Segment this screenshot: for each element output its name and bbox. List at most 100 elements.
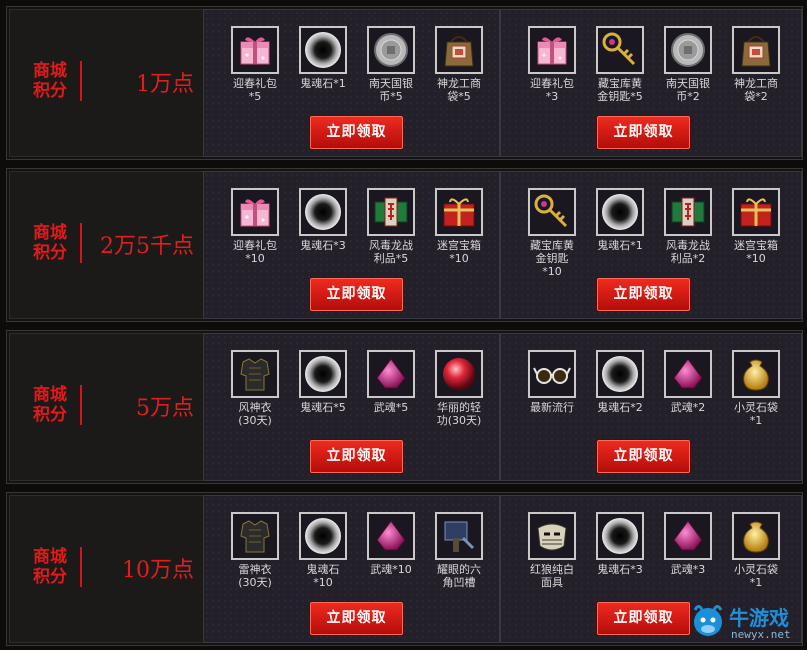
reward-item: 风毒龙战 利品*5 xyxy=(358,188,424,265)
tier-header: 商城 积分 2万5千点 xyxy=(9,171,205,319)
item-name: 风毒龙战 利品*2 xyxy=(666,239,710,265)
claim-now-button[interactable]: 立即领取 xyxy=(597,602,690,635)
reward-item: 迷宫宝箱 *10 xyxy=(723,188,789,265)
reward-item: 神龙工商 袋*2 xyxy=(723,26,789,103)
item-name: 藏宝库黄 金钥匙 *10 xyxy=(530,239,574,278)
item-name: 南天国银 币*5 xyxy=(369,77,413,103)
loot-scroll-icon xyxy=(367,188,415,236)
reward-item: 小灵石袋 *1 xyxy=(723,350,789,427)
reward-item: 小灵石袋 *1 xyxy=(723,512,789,589)
mask-icon xyxy=(528,512,576,560)
reward-item: 迎春礼包 *5 xyxy=(222,26,288,103)
claim-now-button[interactable]: 立即领取 xyxy=(310,602,403,635)
item-name: 武魂*5 xyxy=(373,401,409,414)
reward-pack: 雷神衣 (30天) 鬼魂石 *10 武魂*10 耀眼的六 角凹槽 立即领取 xyxy=(203,495,500,643)
reward-item: 鬼魂石*5 xyxy=(290,350,356,414)
reward-item: 迎春礼包 *10 xyxy=(222,188,288,265)
reward-item: 鬼魂石*1 xyxy=(587,188,653,252)
shop-points-label: 商城 积分 xyxy=(24,385,82,425)
claim-now-button[interactable]: 立即领取 xyxy=(597,116,690,149)
bag-icon xyxy=(435,26,483,74)
reward-item: 耀眼的六 角凹槽 xyxy=(426,512,492,589)
claim-now-button[interactable]: 立即领取 xyxy=(597,278,690,311)
treasure-box-icon xyxy=(732,188,780,236)
tier-header: 商城 积分 1万点 xyxy=(9,9,205,157)
gift-box-icon xyxy=(231,188,279,236)
gold-key-icon xyxy=(596,26,644,74)
reward-tier: 商城 积分 2万5千点 迎春礼包 *10 鬼魂石*3 风毒龙战 利品*5 迷宫宝箱 *10 立即领取… xyxy=(6,168,803,322)
reward-item: 鬼魂石*2 xyxy=(587,350,653,414)
reward-item: 鬼魂石 *10 xyxy=(290,512,356,589)
item-name: 小灵石袋 *1 xyxy=(734,401,778,427)
item-name: 南天国银 币*2 xyxy=(666,77,710,103)
claim-now-button[interactable]: 立即领取 xyxy=(310,440,403,473)
armor-icon xyxy=(231,350,279,398)
item-name: 鬼魂石*5 xyxy=(300,401,346,414)
item-name: 鬼魂石*1 xyxy=(597,239,643,252)
item-name: 神龙工商 袋*2 xyxy=(734,77,778,103)
reward-item: 迷宫宝箱 *10 xyxy=(426,188,492,265)
tier-header: 商城 积分 10万点 xyxy=(9,495,205,643)
item-name: 最新流行 xyxy=(530,401,574,414)
reward-pack: 迎春礼包 *3 藏宝库黄 金钥匙*5 南天国银 币*2 神龙工商 袋*2 立即领取 xyxy=(500,9,802,157)
points-threshold: 2万5千点 xyxy=(100,234,194,259)
red-orb-icon xyxy=(435,350,483,398)
claim-now-button[interactable]: 立即领取 xyxy=(597,440,690,473)
points-threshold: 5万点 xyxy=(136,396,194,421)
bull-logo-icon xyxy=(693,605,723,636)
item-name: 神龙工商 袋*5 xyxy=(437,77,481,103)
item-name: 鬼魂石*1 xyxy=(300,77,346,90)
reward-item: 武魂*5 xyxy=(358,350,424,414)
item-name: 迷宫宝箱 *10 xyxy=(734,239,778,265)
shop-points-label: 商城 积分 xyxy=(24,223,82,263)
item-name: 迎春礼包 *3 xyxy=(530,77,574,103)
points-threshold: 10万点 xyxy=(122,558,194,583)
shop-points-label: 商城 积分 xyxy=(24,61,82,101)
gold-pouch-icon xyxy=(732,350,780,398)
hex-socket-icon xyxy=(435,512,483,560)
reward-item: 鬼魂石*3 xyxy=(587,512,653,576)
reward-pack: 迎春礼包 *5 鬼魂石*1 南天国银 币*5 神龙工商 袋*5 立即领取 xyxy=(203,9,500,157)
ghost-stone-icon xyxy=(299,512,347,560)
item-name: 雷神衣 (30天) xyxy=(238,563,272,589)
reward-item: 南天国银 币*2 xyxy=(655,26,721,103)
bag-icon xyxy=(732,26,780,74)
item-name: 鬼魂石*2 xyxy=(597,401,643,414)
reward-pack: 藏宝库黄 金钥匙 *10 鬼魂石*1 风毒龙战 利品*2 迷宫宝箱 *10 立即领取 xyxy=(500,171,802,319)
glasses-icon xyxy=(528,350,576,398)
reward-item: 风毒龙战 利品*2 xyxy=(655,188,721,265)
gold-pouch-icon xyxy=(732,512,780,560)
claim-now-button[interactable]: 立即领取 xyxy=(310,278,403,311)
gift-box-icon xyxy=(231,26,279,74)
reward-pack: 迎春礼包 *10 鬼魂石*3 风毒龙战 利品*5 迷宫宝箱 *10 立即领取 xyxy=(203,171,500,319)
shop-points-label: 商城 积分 xyxy=(24,547,82,587)
item-name: 武魂*10 xyxy=(370,563,412,576)
reward-item: 红狼纯白 面具 xyxy=(519,512,585,589)
item-name: 迎春礼包 *5 xyxy=(233,77,277,103)
reward-item: 鬼魂石*3 xyxy=(290,188,356,252)
claim-now-button[interactable]: 立即领取 xyxy=(310,116,403,149)
loot-scroll-icon xyxy=(664,188,712,236)
reward-item: 武魂*10 xyxy=(358,512,424,576)
reward-item: 迎春礼包 *3 xyxy=(519,26,585,103)
watermark-brand: 牛游戏 xyxy=(729,606,789,630)
item-name: 红狼纯白 面具 xyxy=(530,563,574,589)
reward-item: 南天国银 币*5 xyxy=(358,26,424,103)
reward-item: 藏宝库黄 金钥匙*5 xyxy=(587,26,653,103)
reward-tier: 商城 积分 1万点 迎春礼包 *5 鬼魂石*1 南天国银 币*5 神龙工商 袋*5 立即领取 迎春礼包… xyxy=(6,6,803,160)
ghost-stone-icon xyxy=(596,188,644,236)
silver-coin-icon xyxy=(367,26,415,74)
reward-item: 武魂*3 xyxy=(655,512,721,576)
item-name: 鬼魂石*3 xyxy=(597,563,643,576)
tier-header: 商城 积分 5万点 xyxy=(9,333,205,481)
pink-gem-icon xyxy=(664,512,712,560)
reward-item: 藏宝库黄 金钥匙 *10 xyxy=(519,188,585,278)
item-name: 迎春礼包 *10 xyxy=(233,239,277,265)
reward-item: 雷神衣 (30天) xyxy=(222,512,288,589)
ghost-stone-icon xyxy=(596,350,644,398)
ghost-stone-icon xyxy=(299,188,347,236)
pink-gem-icon xyxy=(367,350,415,398)
reward-pack: 风神衣 (30天) 鬼魂石*5 武魂*5 华丽的轻 功(30天) 立即领取 xyxy=(203,333,500,481)
item-name: 华丽的轻 功(30天) xyxy=(436,401,482,427)
reward-tier: 商城 积分 5万点 风神衣 (30天) 鬼魂石*5 武魂*5 华丽的轻 功(30天) 立即领取 最新… xyxy=(6,330,803,484)
